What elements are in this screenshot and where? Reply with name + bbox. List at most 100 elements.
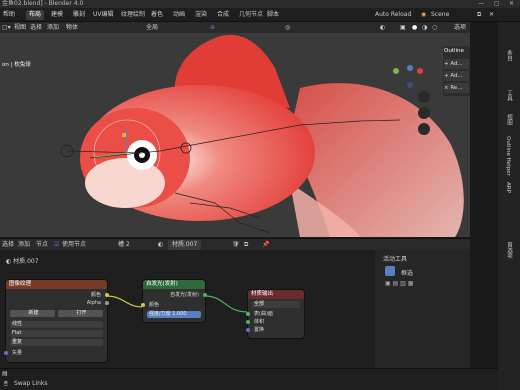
image-alpha-socket[interactable] — [105, 301, 109, 305]
tab-uv-editing[interactable]: UV编辑 — [90, 10, 117, 20]
outline-add-button-1[interactable]: + Ad... — [444, 59, 469, 69]
image-color-socket[interactable] — [105, 293, 109, 297]
image-output-color: 颜色 — [90, 292, 101, 298]
tab-tool[interactable]: 工具 — [505, 90, 513, 101]
output-target-dropdown[interactable]: 全部 — [252, 301, 300, 308]
emission-node[interactable]: 自发光(发射) 自发光(发射) 颜色 强度/力度 1.000 — [141, 280, 207, 322]
tab-sculpt[interactable]: 雕刻 — [70, 10, 88, 20]
menu-node[interactable]: 节点 — [36, 240, 48, 250]
outline-remove-button[interactable]: × Re... — [444, 83, 469, 93]
maximize-icon[interactable]: ▢ — [494, 0, 500, 8]
material-sphere-icon[interactable]: ◐ — [158, 240, 163, 250]
tab-modeling[interactable]: 建模 — [48, 10, 66, 20]
tab-texture-paint[interactable]: 纹理绘制 — [118, 10, 148, 20]
tab-shading[interactable]: 着色 — [148, 10, 166, 20]
box-select-icon[interactable] — [385, 266, 395, 276]
active-tool-name: 框选 — [401, 270, 414, 277]
transform-orientation[interactable]: 全局 — [146, 23, 158, 32]
viewport-overlay-text: on | 枕兔球 — [2, 62, 31, 68]
menu-node-add[interactable]: 添加 — [18, 240, 30, 250]
output-surface-socket[interactable] — [246, 312, 250, 316]
menu-node-select[interactable]: 选择 — [2, 240, 14, 250]
options-menu[interactable]: 选项 — [454, 23, 466, 32]
active-tool-title: 活动工具 — [383, 256, 408, 263]
close-icon[interactable]: ✕ — [509, 0, 514, 8]
pin-icon[interactable]: 📌 — [262, 240, 269, 250]
output-volume-socket[interactable] — [246, 320, 250, 324]
tab-arp[interactable]: ARP — [505, 182, 511, 193]
node-editor[interactable]: ◐ 材质.007 图像纹理 颜色 Alpha 新建 打开 线性 Flat 重复 … — [0, 250, 375, 368]
auto-reload-button[interactable]: Auto Reload — [372, 10, 414, 20]
interpolation-dropdown[interactable]: 线性 — [10, 321, 103, 328]
use-nodes-checkbox[interactable]: ☑ — [54, 240, 59, 250]
menu-help[interactable]: 帮助 — [0, 10, 18, 20]
use-nodes-label: 使用节点 — [62, 241, 87, 248]
fake-user-icon[interactable]: 🛡 — [232, 240, 240, 250]
image-open-button[interactable]: 打开 — [58, 310, 103, 317]
image-vector-socket[interactable] — [4, 351, 8, 355]
fish-render — [60, 34, 464, 237]
image-new-button[interactable]: 新建 — [10, 310, 55, 317]
mouse-icon: 🖱 — [4, 380, 8, 387]
tab-geometry-nodes[interactable]: 几何节点 — [236, 10, 266, 20]
emission-node-title: 自发光(发射) — [143, 280, 205, 289]
snap-icon[interactable]: ⊕ — [210, 23, 215, 32]
output-displacement-socket[interactable] — [246, 328, 250, 332]
projection-dropdown[interactable]: Flat — [10, 330, 103, 337]
outline-panel: Outline + Ad... + Ad... × Re... — [443, 46, 470, 96]
tab-item[interactable]: 条目 — [505, 50, 513, 61]
output-node-title: 材质输出 — [248, 290, 304, 299]
status-bar: ▤ 🖱 Swap Links — [0, 368, 498, 390]
image-texture-node[interactable]: 图像纹理 颜色 Alpha 新建 打开 线性 Flat 重复 矢量 — [4, 280, 109, 362]
node-editor-header: 选择 添加 节点 ☑ 使用节点 槽 2 ◐ 材质.007 🛡 ⧉ 📌 — [0, 238, 470, 250]
material-name-field[interactable]: 材质.007 — [168, 240, 202, 250]
emission-color-socket[interactable] — [141, 303, 145, 307]
shading-solid-icon[interactable]: ● — [412, 23, 417, 32]
menu-object[interactable]: 物体 — [66, 23, 78, 32]
overlay-icon[interactable]: ◐ — [380, 23, 385, 32]
tab-layout[interactable]: 布局 — [26, 10, 45, 20]
proportional-icon[interactable]: ◎ — [285, 23, 290, 32]
selection-mode-icons[interactable]: ▣ ▤ ▥ ▦ — [385, 280, 413, 287]
emission-strength-field[interactable]: 强度/力度 1.000 — [147, 311, 201, 318]
shading-rendered-icon[interactable]: ○ — [432, 23, 437, 32]
tab-compositing[interactable]: 合成 — [214, 10, 232, 20]
swap-links-hint: Swap Links — [14, 380, 48, 387]
menu-add[interactable]: 添加 — [47, 23, 59, 32]
outline-add-button-2[interactable]: + Ad... — [444, 71, 469, 81]
tab-outline-helper[interactable]: Outline Helper — [505, 136, 511, 176]
output-volume-label: 体积 — [254, 319, 265, 325]
slot-selector[interactable]: 槽 2 — [118, 240, 130, 250]
3d-viewport[interactable]: on | 枕兔球 — [0, 33, 470, 237]
tab-rendering[interactable]: 渲染 — [192, 10, 210, 20]
material-output-node[interactable]: 材质输出 全部 表(曲)面 体积 置换 — [246, 290, 304, 338]
editor-type-icon[interactable]: ▢▾ — [2, 23, 11, 32]
shading-material-icon[interactable]: ◑ — [422, 23, 427, 32]
tab-animation[interactable]: 动画 — [170, 10, 188, 20]
minimize-icon[interactable]: — — [478, 0, 484, 8]
menu-select[interactable]: 选择 — [30, 23, 42, 32]
scene-copy-icon[interactable]: ⧉ — [474, 10, 484, 20]
xray-icon[interactable]: ▣ — [400, 23, 406, 32]
emission-output-socket[interactable] — [203, 293, 207, 297]
outline-title: Outline — [444, 48, 464, 54]
menu-view[interactable]: 视图 — [14, 23, 26, 32]
image-output-alpha: Alpha — [86, 300, 101, 306]
output-displacement-label: 置换 — [254, 327, 265, 333]
image-input-vector: 矢量 — [12, 350, 23, 356]
active-tool-panel: 活动工具 框选 ▣ ▤ ▥ ▦ — [375, 250, 470, 368]
tab-preferences[interactable]: 首选项 — [505, 242, 513, 259]
emission-color-label: 颜色 — [149, 302, 160, 308]
scene-close-icon[interactable]: ✕ — [486, 10, 497, 20]
image-node-title: 图像纹理 — [6, 280, 107, 289]
viewport-header: ▢▾ 视图 选择 添加 物体 全局 ⊕ ◎ ◐ ▣ ● ◑ ○ 选项 — [0, 22, 470, 33]
sidebar-tabs: 条目 工具 视图 Outline Helper ARP 首选项 — [498, 22, 520, 390]
title-bar: 金鱼02.blend] - Blender 4.0 — ▢ ✕ — [0, 0, 520, 8]
scene-selector[interactable]: Scene — [428, 10, 452, 20]
duplicate-icon[interactable]: ⧉ — [244, 240, 248, 250]
extension-dropdown[interactable]: 重复 — [10, 339, 103, 346]
tab-scripting[interactable]: 脚本 — [264, 10, 282, 20]
emission-output: 自发光(发射) — [170, 292, 199, 298]
node-toolbar-icon[interactable]: ▤ — [2, 370, 8, 377]
tab-view[interactable]: 视图 — [505, 114, 513, 125]
